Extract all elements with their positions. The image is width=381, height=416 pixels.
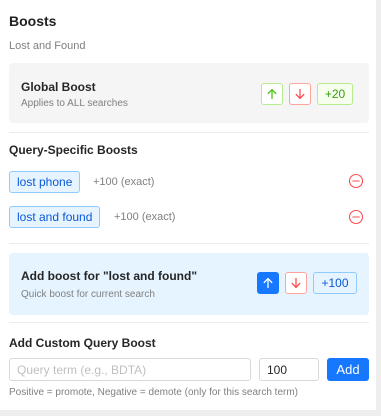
divider xyxy=(9,132,369,133)
divider xyxy=(9,322,369,323)
arrow-up-icon xyxy=(267,88,277,100)
quick-boost-decrease-button[interactable] xyxy=(285,272,307,294)
query-term-input[interactable] xyxy=(9,358,251,381)
custom-boost-help-text: Positive = promote, Negative = demote (o… xyxy=(9,387,299,398)
query-boost-tag-lost-phone: lost phone xyxy=(9,171,81,193)
quick-boost-increase-button[interactable] xyxy=(257,272,279,294)
custom-boost-title: Add Custom Query Boost xyxy=(9,336,156,350)
remove-query-boost-button[interactable] xyxy=(348,173,364,189)
global-boost-value: +20 xyxy=(317,83,353,105)
arrow-down-icon xyxy=(295,88,305,100)
quick-boost-description: Quick boost for current search xyxy=(21,289,155,300)
query-boost-meta: +100 (exact) xyxy=(114,211,176,223)
divider xyxy=(9,243,369,244)
query-boost-tag-lost-and-found: lost and found xyxy=(9,206,101,228)
quick-boost-card: Add boost for "lost and found" Quick boo… xyxy=(9,253,369,315)
remove-query-boost-button[interactable] xyxy=(348,209,364,225)
arrow-up-icon xyxy=(263,277,273,289)
boost-amount-input[interactable] xyxy=(259,358,319,381)
query-boost-meta: +100 (exact) xyxy=(93,176,155,188)
panel-title: Boosts xyxy=(9,13,57,29)
panel-edge xyxy=(0,410,381,416)
arrow-down-icon xyxy=(291,277,301,289)
panel-edge xyxy=(376,0,381,416)
global-boost-title: Global Boost xyxy=(21,80,96,94)
global-boost-increase-button[interactable] xyxy=(261,83,283,105)
global-boost-decrease-button[interactable] xyxy=(289,83,311,105)
global-boost-description: Applies to ALL searches xyxy=(21,98,128,109)
boosts-panel: Boosts Lost and Found Global Boost Appli… xyxy=(0,0,381,416)
quick-boost-title: Add boost for "lost and found" xyxy=(21,269,198,283)
quick-boost-value: +100 xyxy=(313,272,357,294)
query-boosts-title: Query-Specific Boosts xyxy=(9,143,138,157)
panel-subtitle: Lost and Found xyxy=(9,40,86,52)
add-boost-button[interactable]: Add xyxy=(327,358,369,381)
global-boost-card: Global Boost Applies to ALL searches +20 xyxy=(9,63,369,123)
